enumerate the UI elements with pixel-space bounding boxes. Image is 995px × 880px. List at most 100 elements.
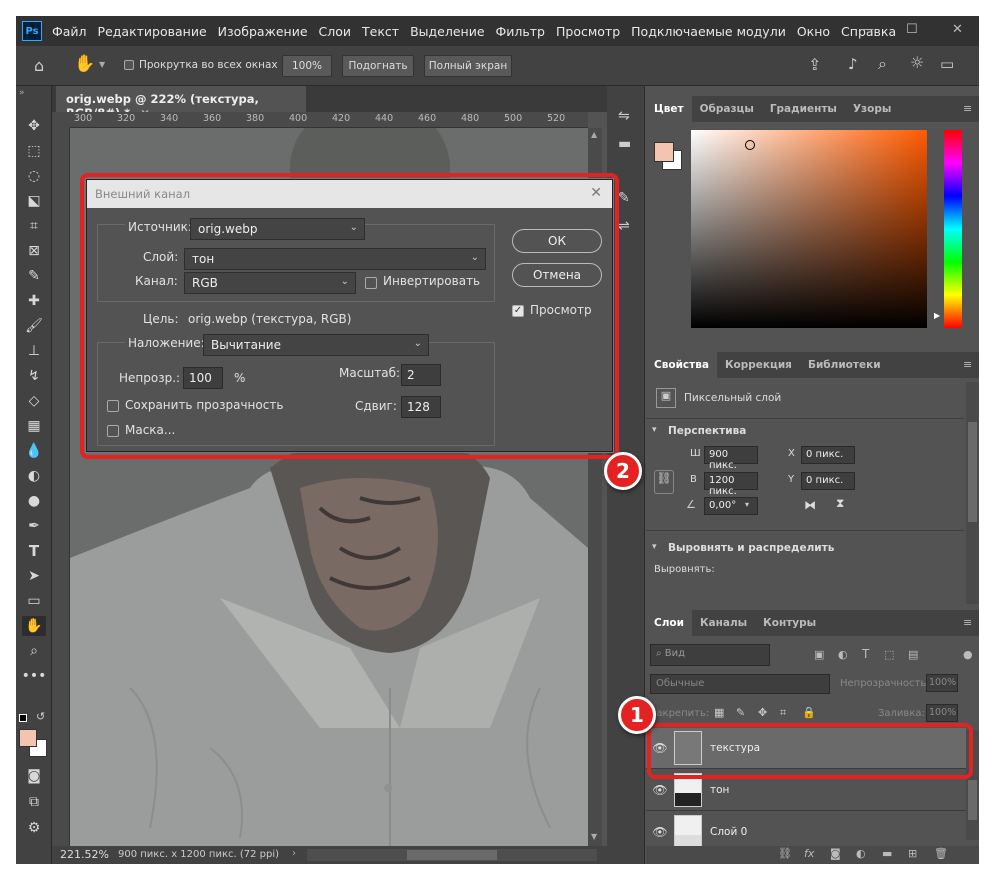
close-window-icon[interactable]: ✕: [952, 22, 963, 37]
menu-plugins[interactable]: Подключаемые модули: [631, 24, 786, 39]
path-select-icon[interactable]: ➤: [22, 566, 46, 586]
zoom-level[interactable]: 221.52%: [60, 848, 109, 861]
chevron-down-icon[interactable]: ▾: [652, 425, 657, 435]
fullscreen-button[interactable]: Полный экран: [424, 55, 512, 77]
x-field[interactable]: 0 пикс.: [801, 446, 855, 464]
filter-toggle-icon[interactable]: ●: [963, 648, 973, 661]
default-colors-icon[interactable]: [19, 714, 27, 722]
menu-select[interactable]: Выделение: [410, 24, 484, 39]
menu-file[interactable]: Файл: [52, 24, 87, 39]
trash-icon[interactable]: 🗑: [934, 847, 948, 860]
properties-scrollbar[interactable]: [966, 382, 979, 604]
width-field[interactable]: 900 пикс.: [704, 446, 758, 471]
fx-icon[interactable]: fx: [804, 847, 814, 860]
collapse-icon[interactable]: »: [19, 88, 25, 98]
minimize-icon[interactable]: —: [861, 22, 874, 37]
fill-field[interactable]: 100%: [926, 704, 958, 722]
dodge-tool-icon[interactable]: ◐: [22, 466, 46, 486]
horizontal-scrollbar[interactable]: [307, 849, 597, 861]
share-icon[interactable]: ⇪: [808, 55, 821, 74]
home-icon[interactable]: ⌂: [34, 56, 44, 75]
y-field[interactable]: 0 пикс.: [801, 472, 855, 490]
lock-pixels-icon[interactable]: ✎: [736, 706, 745, 719]
adjustment-layer-icon[interactable]: ◐: [856, 847, 866, 860]
perspective-heading[interactable]: Перспектива: [668, 425, 746, 437]
quick-mask-icon[interactable]: ◙: [22, 766, 46, 786]
lightbulb-icon[interactable]: ☼: [910, 53, 924, 72]
history-brush-icon[interactable]: ↯: [22, 366, 46, 386]
type-tool-icon[interactable]: T: [22, 541, 46, 561]
scroll-all-checkbox[interactable]: [124, 60, 134, 70]
maximize-icon[interactable]: ☐: [906, 22, 918, 37]
menu-type[interactable]: Текст: [362, 24, 399, 39]
zoom-100-button[interactable]: 100%: [282, 55, 332, 77]
comments-icon[interactable]: ▬: [618, 136, 631, 152]
adjustments-icon[interactable]: ⇌: [618, 218, 630, 234]
flip-horizontal-icon[interactable]: ⧓: [804, 498, 816, 512]
more-tools-icon[interactable]: •••: [22, 666, 47, 686]
crop-tool-icon[interactable]: ⌗: [22, 216, 46, 236]
smudge-tool-icon[interactable]: ●: [22, 491, 46, 511]
foreground-color-swatch[interactable]: [19, 729, 37, 747]
hand-tool-icon[interactable]: ✋: [74, 54, 95, 74]
tab-patterns[interactable]: Узоры: [845, 96, 899, 122]
scroll-down-icon[interactable]: ▼: [591, 832, 597, 841]
shape-tool-icon[interactable]: ▭: [22, 591, 46, 611]
opacity-field[interactable]: 100%: [926, 674, 958, 692]
eraser-tool-icon[interactable]: ◇: [22, 391, 46, 411]
horizontal-scroll-thumb[interactable]: [407, 850, 497, 860]
lock-position-icon[interactable]: ✥: [758, 706, 767, 719]
move-tool-icon[interactable]: ✥: [22, 116, 46, 136]
tab-channels[interactable]: Каналы: [692, 610, 755, 636]
screen-mode-icon[interactable]: ⧉: [22, 792, 46, 812]
menu-image[interactable]: Изображение: [218, 24, 308, 39]
menu-filter[interactable]: Фильтр: [496, 24, 545, 39]
stamp-tool-icon[interactable]: ⊥: [22, 341, 46, 361]
workspace-icon[interactable]: ▭: [940, 55, 954, 73]
history-icon[interactable]: ⇋: [618, 108, 630, 124]
healing-brush-icon[interactable]: ✚: [22, 291, 46, 311]
menu-view[interactable]: Просмотр: [556, 24, 620, 39]
color-picker-field[interactable]: [691, 130, 927, 328]
panel-menu-icon[interactable]: ≡: [963, 102, 972, 115]
angle-field[interactable]: 0,00°: [704, 497, 758, 515]
layer-filter-input[interactable]: ⌕ Вид: [650, 644, 770, 666]
layer-name[interactable]: Слой 0: [710, 826, 747, 838]
menu-edit[interactable]: Редактирование: [98, 24, 207, 39]
lock-artboard-icon[interactable]: ⌗: [780, 706, 786, 720]
chevron-down-icon[interactable]: ▾: [652, 542, 657, 552]
fit-screen-button[interactable]: Подогнать: [342, 55, 414, 77]
tab-swatches[interactable]: Образцы: [692, 96, 762, 122]
panel-menu-icon[interactable]: ≡: [963, 616, 972, 629]
document-tab[interactable]: orig.webp @ 222% (текстура, RGB/8#) * ×: [56, 86, 306, 120]
filter-smart-icon[interactable]: ▤: [908, 648, 918, 661]
height-field[interactable]: 1200 пикс.: [704, 472, 758, 497]
layer-name[interactable]: тон: [710, 784, 729, 796]
flip-vertical-icon[interactable]: ⧗: [836, 496, 844, 511]
chevron-down-icon[interactable]: ▼: [99, 60, 105, 69]
eyedropper-icon[interactable]: ✎: [22, 266, 46, 286]
tab-libraries[interactable]: Библиотеки: [800, 352, 889, 378]
lock-transparency-icon[interactable]: ▦: [714, 706, 724, 719]
menu-layers[interactable]: Слои: [319, 24, 352, 39]
gradient-tool-icon[interactable]: ▦: [22, 416, 46, 436]
new-layer-icon[interactable]: ⊞: [908, 847, 917, 860]
tab-layers[interactable]: Слои: [646, 610, 692, 636]
hue-slider-handle[interactable]: ▶: [934, 311, 940, 320]
scroll-up-icon[interactable]: ▲: [591, 130, 597, 139]
panel-menu-icon[interactable]: ≡: [963, 358, 972, 371]
lock-all-icon[interactable]: 🔒: [802, 706, 816, 719]
chevron-down-icon[interactable]: ▾: [745, 500, 749, 509]
eye-icon[interactable]: 👁: [646, 783, 674, 797]
edit-toolbar-icon[interactable]: ⚙: [22, 818, 46, 838]
filter-shape-icon[interactable]: ⬚: [884, 648, 894, 661]
tab-color[interactable]: Цвет: [646, 96, 692, 122]
bell-icon[interactable]: ♪: [848, 55, 858, 73]
link-icon[interactable]: ⛓: [654, 470, 674, 494]
filter-adjustment-icon[interactable]: ◐: [838, 648, 848, 661]
zoom-tool-icon[interactable]: ⌕: [22, 641, 46, 661]
quick-select-icon[interactable]: ⬕: [22, 191, 46, 211]
blend-mode-select[interactable]: Обычные: [650, 674, 830, 694]
properties-scroll-thumb[interactable]: [968, 422, 977, 522]
tab-properties[interactable]: Свойства: [646, 352, 717, 378]
